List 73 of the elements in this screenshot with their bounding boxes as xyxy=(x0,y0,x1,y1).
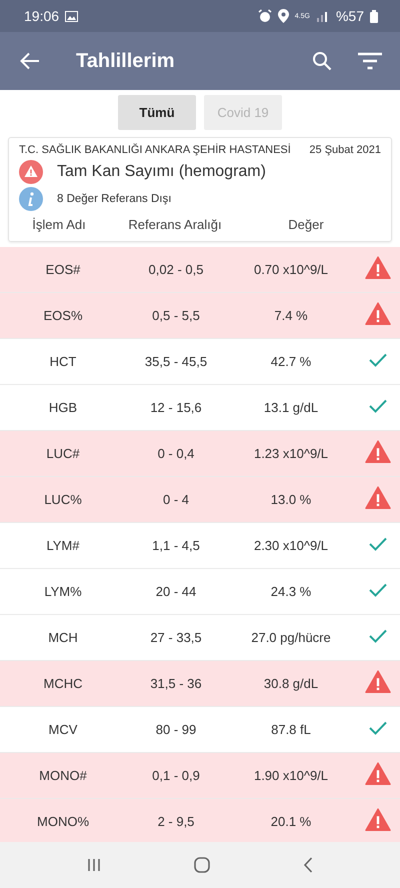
warning-icon xyxy=(365,440,391,464)
reference-range: 0,5 - 5,5 xyxy=(151,308,201,323)
test-value: 13.1 g/dL xyxy=(262,400,320,415)
test-name: EOS# xyxy=(44,262,82,277)
test-value: 87.8 fL xyxy=(270,722,312,737)
check-icon xyxy=(369,537,387,551)
battery-icon xyxy=(370,10,378,22)
warning-icon xyxy=(365,302,391,326)
test-value: 2.30 x10^9/L xyxy=(252,538,330,553)
warning-icon xyxy=(365,670,391,694)
reference-range: 27 - 33,5 xyxy=(149,630,203,645)
test-name: MCV xyxy=(48,722,78,737)
image-icon xyxy=(65,10,78,22)
test-name: LYM% xyxy=(43,584,83,599)
column-header: İşlem Adı xyxy=(31,217,87,234)
reference-range: 0 - 4 xyxy=(162,492,190,507)
reference-range: 1,1 - 4,5 xyxy=(151,538,201,553)
test-value: 1.90 x10^9/L xyxy=(252,768,330,783)
test-value: 20.1 % xyxy=(270,814,312,829)
location-icon xyxy=(278,9,289,23)
check-icon xyxy=(369,583,387,597)
reference-range: 12 - 15,6 xyxy=(149,400,203,415)
check-icon xyxy=(369,629,387,643)
reference-range: 0,1 - 0,9 xyxy=(151,768,201,783)
test-name: MCH xyxy=(47,630,79,645)
reference-range: 0 - 0,4 xyxy=(156,446,196,461)
signal-icon xyxy=(316,10,330,22)
reference-range: 2 - 9,5 xyxy=(156,814,196,829)
home-icon xyxy=(194,857,210,873)
test-value: 13.0 % xyxy=(270,492,312,507)
test-value: 7.4 % xyxy=(273,308,309,323)
warning-icon xyxy=(365,762,391,786)
warning-icon xyxy=(365,486,391,510)
column-header: Referans Aralığı xyxy=(127,217,223,234)
check-icon xyxy=(369,353,387,367)
test-value: 0.70 x10^9/L xyxy=(252,262,330,277)
test-name: HGB xyxy=(48,400,78,415)
test-name: EOS% xyxy=(42,308,84,323)
test-name: MONO% xyxy=(36,814,90,829)
test-title: Tam Kan Sayımı (hemogram) xyxy=(57,163,266,181)
test-name: LUC# xyxy=(45,446,81,461)
warning-icon xyxy=(365,808,391,832)
tab[interactable]: Tümü xyxy=(118,95,196,130)
alarm-icon xyxy=(258,9,272,23)
check-icon xyxy=(369,399,387,413)
reference-range: 0,02 - 0,5 xyxy=(148,262,204,277)
test-value: 30.8 g/dL xyxy=(262,676,320,691)
screen-title: Tahlillerim xyxy=(76,50,176,72)
recent-apps-icon xyxy=(86,858,101,872)
test-value: 42.7 % xyxy=(270,354,312,369)
test-name: LYM# xyxy=(46,538,80,553)
clock-time: 19:06 xyxy=(24,8,60,24)
info-icon xyxy=(19,187,43,211)
test-value: 24.3 % xyxy=(270,584,312,599)
out-of-range-note: 8 Değer Referans Dışı xyxy=(57,193,172,205)
check-icon xyxy=(369,721,387,735)
reference-range: 35,5 - 45,5 xyxy=(144,354,208,369)
back-icon xyxy=(303,857,314,873)
column-header: Değer xyxy=(287,217,325,234)
reference-range: 80 - 99 xyxy=(154,722,198,737)
reference-range: 31,5 - 36 xyxy=(149,676,203,691)
report-date: 25 Şubat 2021 xyxy=(309,144,381,156)
test-value: 27.0 pg/hücre xyxy=(250,630,332,645)
battery-percent: %57 xyxy=(336,8,364,24)
test-name: MCHC xyxy=(42,676,84,691)
test-value: 1.23 x10^9/L xyxy=(252,446,330,461)
reference-range: 20 - 44 xyxy=(154,584,198,599)
test-name: MONO# xyxy=(38,768,88,783)
hospital-name: T.C. SAĞLIK BAKANLIĞI ANKARA ŞEHİR HASTANESİ xyxy=(19,144,291,156)
warning-icon xyxy=(365,256,391,280)
warning-icon xyxy=(19,160,43,184)
test-name: LUC% xyxy=(43,492,83,507)
test-name: HCT xyxy=(48,354,78,369)
